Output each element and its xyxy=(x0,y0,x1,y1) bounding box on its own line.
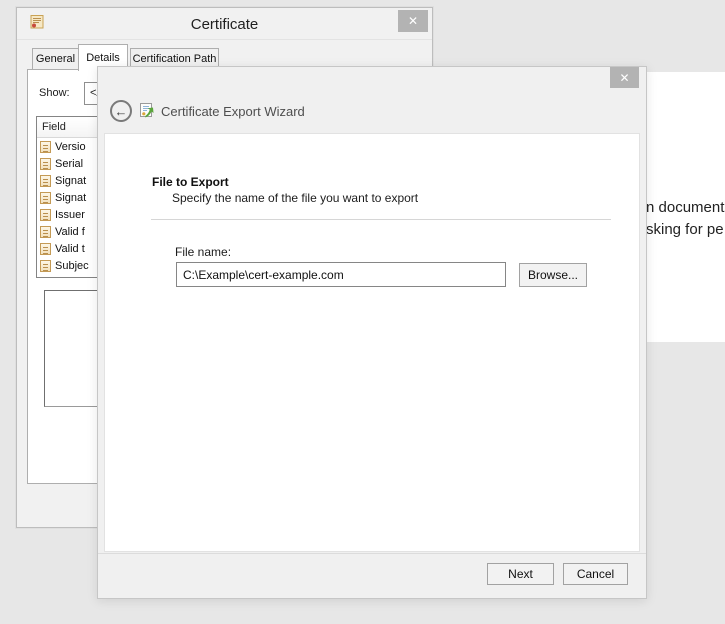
field-list-item-label: Valid t xyxy=(55,243,85,255)
field-list-item-label: Signat xyxy=(55,175,86,187)
wizard-step-subheading: Specify the name of the file you want to… xyxy=(172,191,418,205)
browse-button[interactable]: Browse... xyxy=(519,263,587,287)
certificate-field-icon xyxy=(40,192,51,204)
certificate-field-icon xyxy=(40,175,51,187)
file-name-input[interactable] xyxy=(176,262,506,287)
wizard-step-heading: File to Export xyxy=(152,175,229,189)
tab-general[interactable]: General xyxy=(32,48,79,70)
certificate-export-icon xyxy=(138,102,155,119)
field-list-item-label: Serial xyxy=(55,158,83,170)
certificate-field-icon xyxy=(40,226,51,238)
certificate-field-icon xyxy=(40,209,51,221)
field-list-item-label: Versio xyxy=(55,141,86,153)
wizard-close-icon[interactable]: ✕ xyxy=(610,67,639,88)
certificate-field-icon xyxy=(40,260,51,272)
certificate-field-icon xyxy=(40,158,51,170)
wizard-content-panel: File to Export Specify the name of the f… xyxy=(104,133,640,552)
back-arrow-icon[interactable]: ← xyxy=(110,100,132,122)
field-list-item-label: Issuer xyxy=(55,209,85,221)
background-text-line: n documents xyxy=(646,199,725,216)
certificate-dialog-close-icon[interactable]: ✕ xyxy=(398,10,428,32)
field-list-item-label: Signat xyxy=(55,192,86,204)
wizard-footer: Next Cancel xyxy=(98,553,646,598)
certificate-field-icon xyxy=(40,243,51,255)
background-text-line: sking for pe xyxy=(646,221,724,238)
file-name-label: File name: xyxy=(175,245,231,259)
certificate-dialog-title: Certificate xyxy=(17,16,432,33)
field-list-item-label: Valid f xyxy=(55,226,85,238)
certificate-dialog-titlebar[interactable]: Certificate ✕ xyxy=(17,8,432,39)
certificate-export-wizard-dialog: ✕ ← Certificate Export Wizard File to Ex… xyxy=(97,66,647,599)
header-separator xyxy=(151,219,611,220)
titlebar-divider xyxy=(17,39,432,40)
field-list-item-label: Subjec xyxy=(55,260,89,272)
show-label: Show: xyxy=(39,87,70,99)
next-button[interactable]: Next xyxy=(487,563,554,585)
wizard-title: Certificate Export Wizard xyxy=(161,104,305,119)
cancel-button[interactable]: Cancel xyxy=(563,563,628,585)
certificate-field-icon xyxy=(40,141,51,153)
desktop: n documents sking for pe Certificate ✕ G… xyxy=(0,0,725,624)
